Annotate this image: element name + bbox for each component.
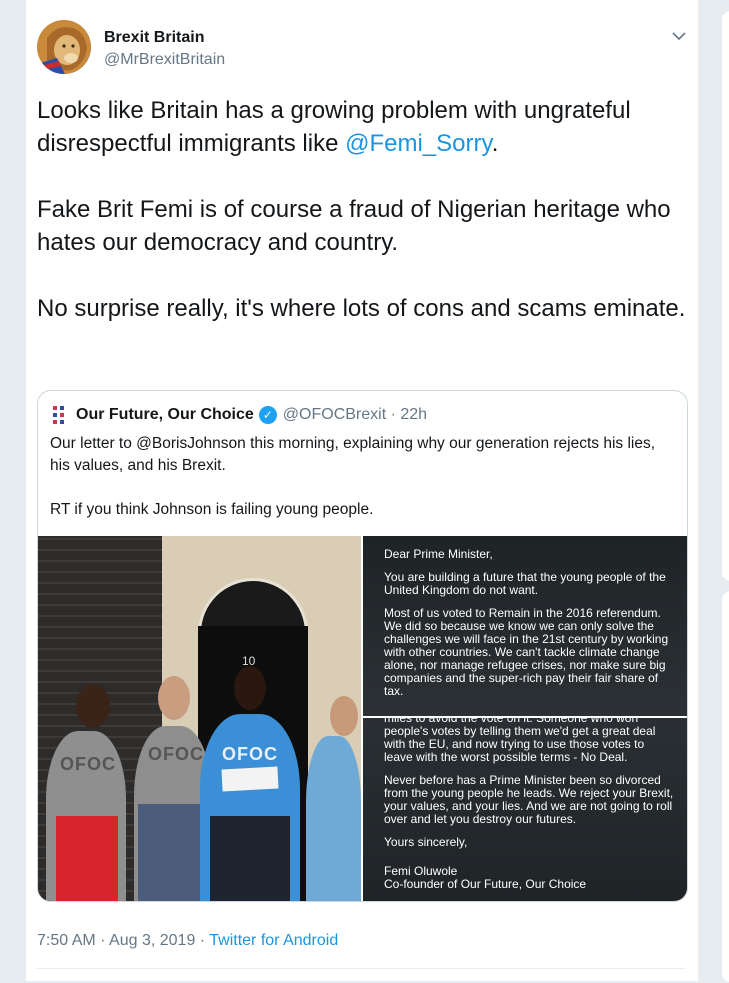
ofoc-logo-icon (52, 405, 66, 425)
letter-signature-title: Co-founder of Our Future, Our Choice (384, 877, 587, 891)
shirt-text-3: OFOC (222, 744, 278, 764)
letter-bottom-text: miles to avoid the vote on it. Someone w… (384, 718, 676, 901)
mention-link[interactable]: @Femi_Sorry (345, 130, 492, 157)
tweet-text-span: Looks like Britain has a growing problem… (37, 97, 631, 157)
letter-greeting: Dear Prime Minister, (384, 547, 493, 561)
tweet-meta: 7:50 AM · Aug 3, 2019 · Twitter for Andr… (37, 932, 338, 950)
quoted-paragraph-2: RT if you think Johnson is failing young… (50, 501, 374, 518)
letter-bottom-p0: miles to avoid the vote on it. Someone w… (384, 718, 656, 764)
quoted-paragraph-1: Our letter to @BorisJohnson this morning… (50, 435, 656, 474)
letter-closing: Yours sincerely, (384, 835, 468, 849)
lion-avatar-icon (37, 20, 91, 74)
letter-top-text: Dear Prime Minister, You are building a … (384, 548, 676, 708)
tweet-text: Looks like Britain has a growing problem… (37, 94, 687, 358)
sidebar-panel (721, 10, 729, 582)
letter-top-p1: You are building a future that the young… (384, 570, 666, 597)
divider (37, 968, 685, 969)
letter-image-top[interactable]: Dear Prime Minister, You are building a … (363, 536, 687, 716)
tweet-source-link[interactable]: Twitter for Android (209, 932, 338, 949)
quoted-tweet-header: Our Future, Our Choice ✓ @OFOCBrexit · 2… (52, 404, 427, 426)
held-letter (221, 766, 279, 792)
quoted-media[interactable]: 10 OFOC OFOC OFOC Dear Prime Minister, Y… (38, 536, 687, 901)
quoted-author-handle[interactable]: @OFOCBrexit · 22h (283, 406, 427, 424)
quoted-tweet-text: Our letter to @BorisJohnson this morning… (50, 433, 678, 543)
person-3-head (234, 666, 266, 710)
person-3-trousers (210, 816, 290, 901)
verified-badge-icon: ✓ (258, 406, 277, 424)
chevron-down-icon (672, 32, 686, 41)
person-2-jeans (138, 804, 202, 901)
tweet-paragraph-3: No surprise really, it's where lots of c… (37, 295, 686, 322)
author-handle[interactable]: @MrBrexitBritain (104, 51, 225, 69)
sidebar-panel-lower (721, 590, 729, 983)
author-avatar[interactable] (37, 20, 91, 74)
person-1-skirt (56, 816, 118, 901)
downing-street-photo[interactable]: 10 OFOC OFOC OFOC (38, 536, 361, 901)
person-4 (306, 736, 361, 901)
tweet-timestamp[interactable]: 7:50 AM · Aug 3, 2019 · (37, 932, 209, 949)
letter-top-p2: Most of us voted to Remain in the 2016 r… (384, 606, 669, 698)
quoted-author-name[interactable]: Our Future, Our Choice (76, 406, 254, 424)
tweet-paragraph-2: Fake Brit Femi is of course a fraud of N… (37, 196, 671, 256)
person-2-head (158, 676, 190, 720)
shirt-text-1: OFOC (60, 754, 116, 774)
letter-image-bottom[interactable]: miles to avoid the vote on it. Someone w… (363, 718, 687, 901)
tweet-paragraph-1: Looks like Britain has a growing problem… (37, 94, 687, 160)
letter-bottom-p1: Never before has a Prime Minister been s… (384, 773, 674, 826)
quoted-tweet[interactable]: Our Future, Our Choice ✓ @OFOCBrexit · 2… (37, 390, 688, 902)
shirt-text-2: OFOC (148, 744, 204, 764)
author-name[interactable]: Brexit Britain (104, 29, 204, 47)
person-4-head (330, 696, 358, 736)
person-1-head (76, 684, 110, 728)
more-options-button[interactable] (670, 27, 688, 45)
tweet-text-end: . (491, 130, 499, 157)
